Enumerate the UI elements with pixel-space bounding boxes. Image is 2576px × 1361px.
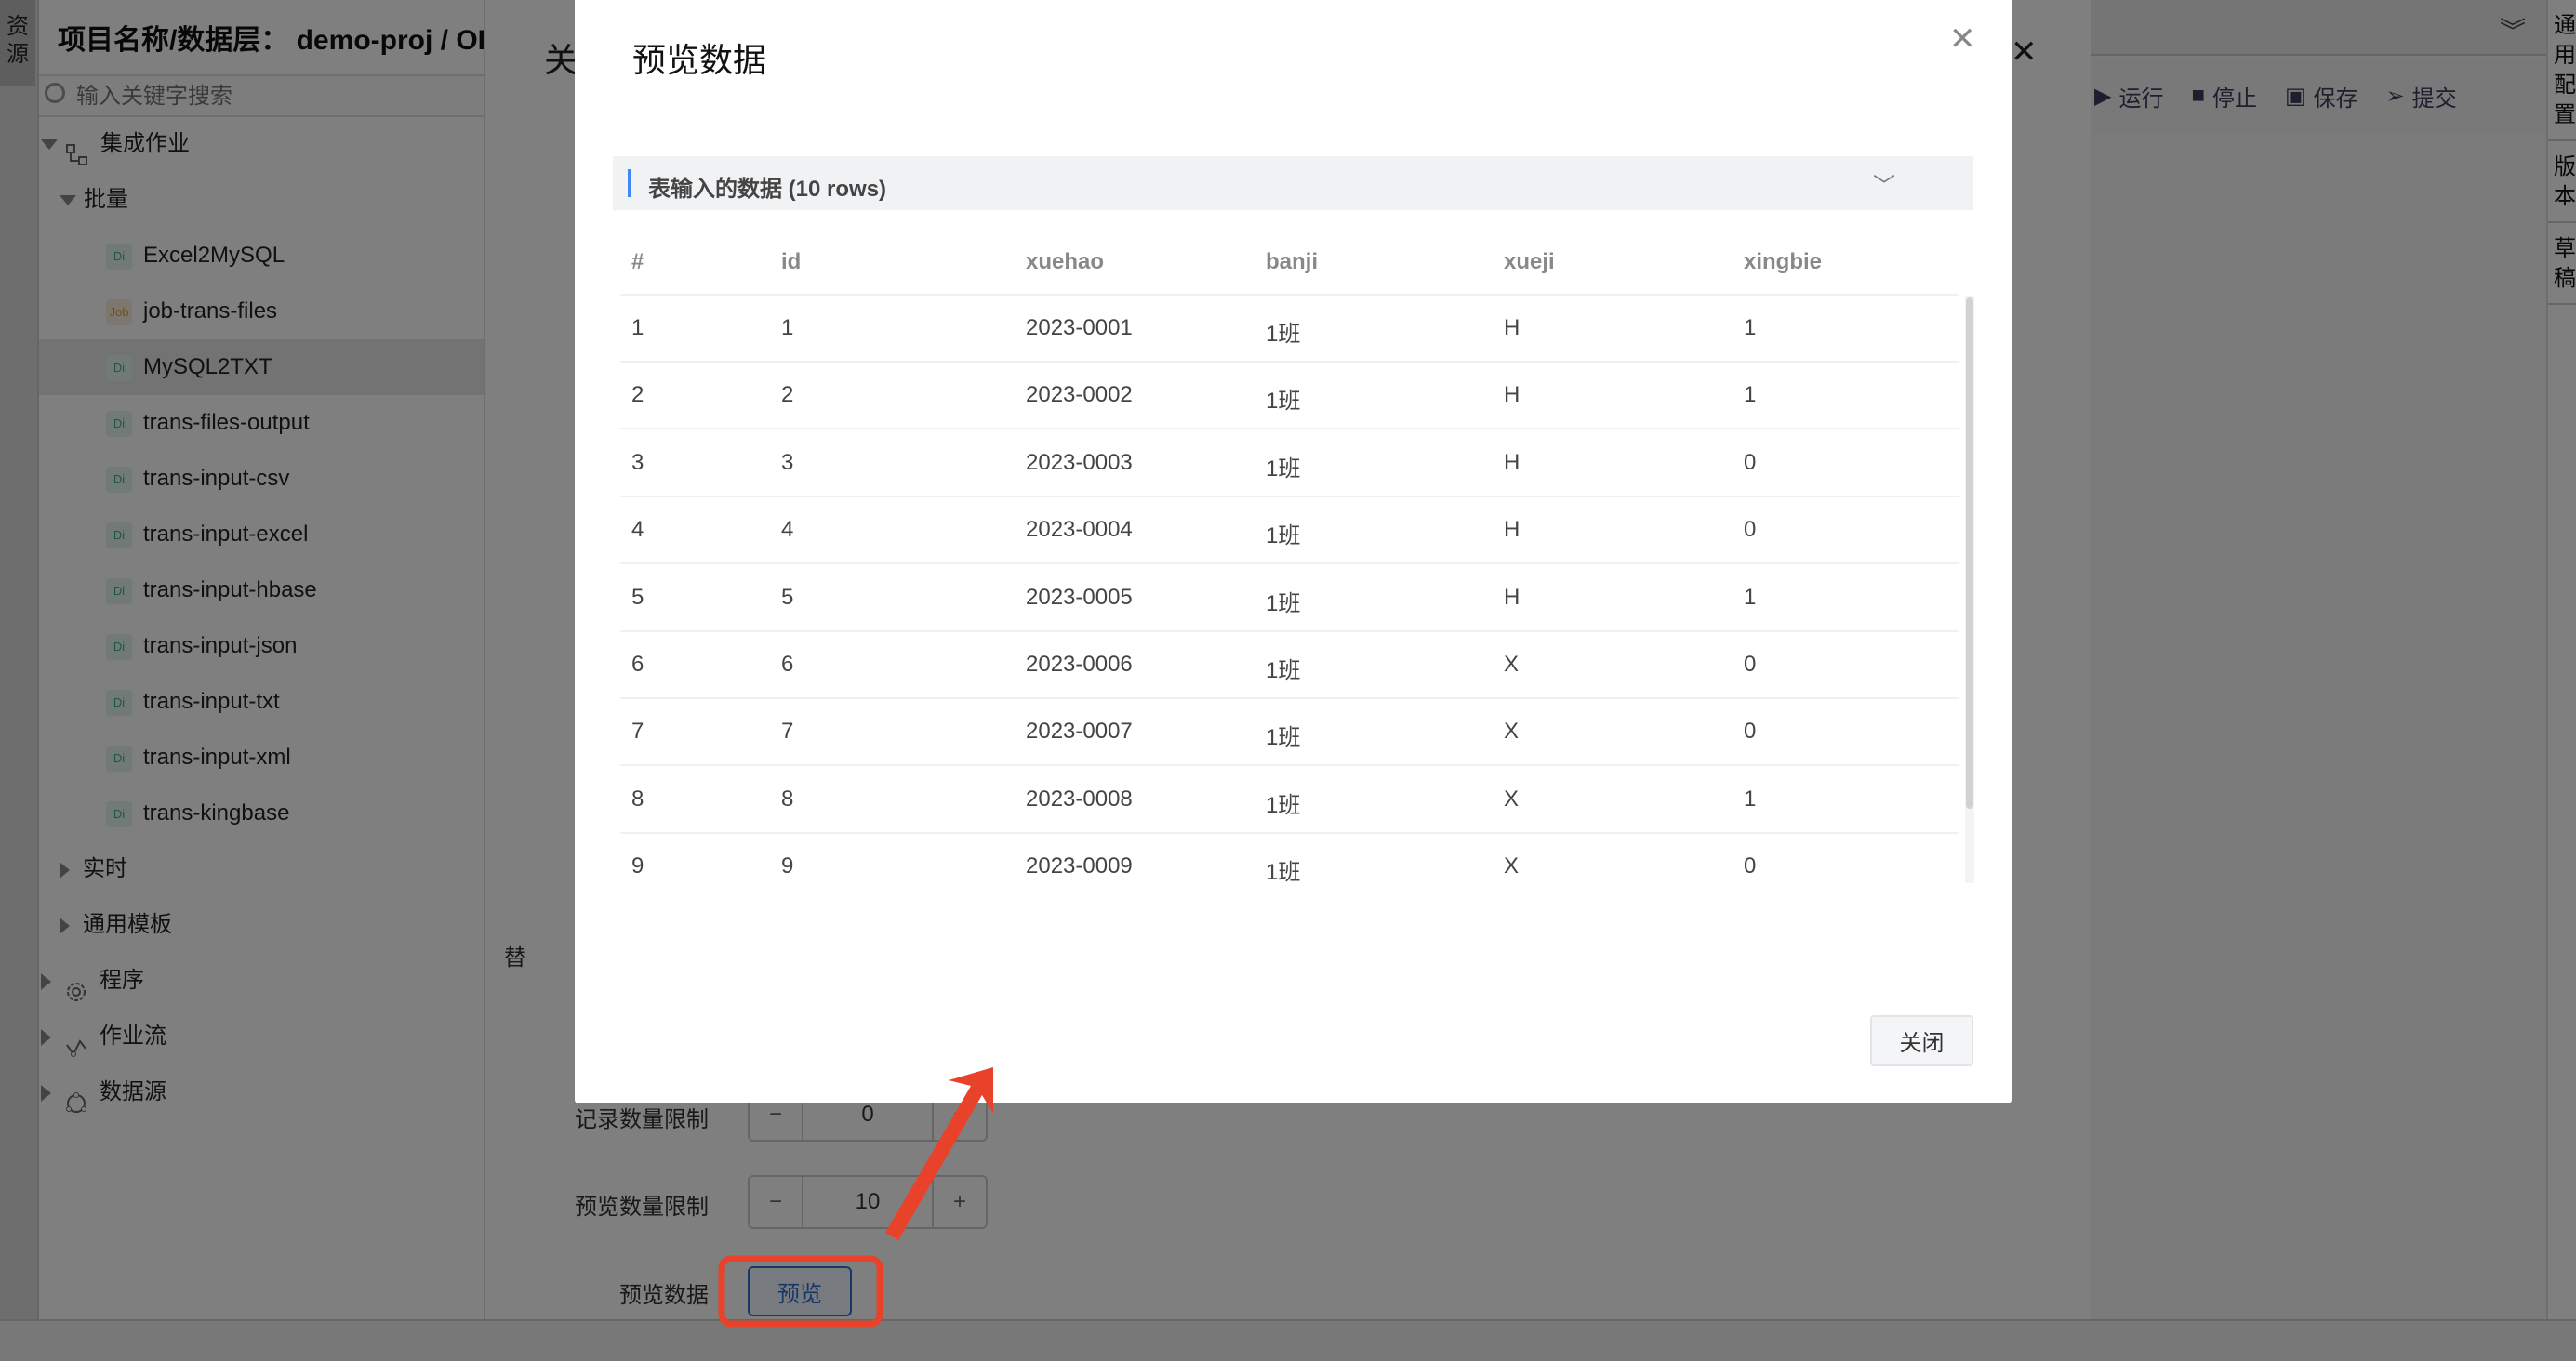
table-cell: 1班 <box>1266 860 1301 883</box>
section-title: 表输入的数据 (10 rows) <box>648 177 887 202</box>
table-cell: 2023-0006 <box>1026 652 1133 677</box>
table-cell: 2023-0001 <box>1026 315 1133 340</box>
table-cell: 2023-0009 <box>1026 853 1133 879</box>
table-cell: 2 <box>631 382 644 408</box>
modal-title: 预览数据 <box>632 41 767 79</box>
table-cell: 7 <box>781 719 794 745</box>
table-row: 5 5 2023-0005 1班 H 1 <box>620 565 1959 632</box>
close-button[interactable]: 关闭 <box>1870 1015 1973 1066</box>
table-cell: 0 <box>1744 652 1757 677</box>
table-cell: 0 <box>1744 517 1757 543</box>
section-accent-bar <box>628 169 631 197</box>
table-cell: 2023-0004 <box>1026 517 1133 543</box>
table-cell: H <box>1504 517 1520 543</box>
table-cell: 1 <box>1744 584 1757 610</box>
table-cell: X <box>1504 786 1520 812</box>
table-cell: 3 <box>781 449 794 475</box>
table-cell: 0 <box>1744 719 1757 745</box>
table-cell: 9 <box>631 853 644 879</box>
table-cell: X <box>1504 853 1520 879</box>
table-cell: 8 <box>781 786 794 812</box>
table-cell: X <box>1504 652 1520 677</box>
table-row: 1 1 2023-0001 1班 H 1 <box>620 296 1959 363</box>
table-cell: X <box>1504 719 1520 745</box>
column-header: xingbie <box>1744 249 1823 274</box>
table-cell: 4 <box>781 517 794 543</box>
table-cell: H <box>1504 584 1520 610</box>
table-cell: 3 <box>631 449 644 475</box>
preview-table: # id xuehao banji xueji xingbie 1 1 2023-0001 1班 H… <box>620 232 1973 883</box>
table-scrollbar[interactable] <box>1965 296 1974 883</box>
table-row: 3 3 2023-0003 1班 H 0 <box>620 430 1959 497</box>
table-row: 2 2 2023-0002 1班 H 1 <box>620 363 1959 430</box>
table-cell: 1班 <box>1266 725 1301 751</box>
table-cell: 9 <box>781 853 794 879</box>
preview-data-modal: 预览数据 ✕ 表输入的数据 (10 rows) ﹀ # id xuehao banji… <box>575 0 2012 1103</box>
table-cell: 1 <box>1744 382 1757 408</box>
table-cell: 1 <box>1744 786 1757 812</box>
column-header: xuehao <box>1026 249 1105 274</box>
table-cell: 8 <box>631 786 644 812</box>
table-cell: 0 <box>1744 449 1757 475</box>
table-cell: 2023-0005 <box>1026 584 1133 610</box>
table-cell: 6 <box>781 652 794 677</box>
table-cell: 0 <box>1744 853 1757 879</box>
table-cell: 4 <box>631 517 644 543</box>
column-header: banji <box>1266 249 1319 274</box>
table-cell: 1班 <box>1266 456 1301 482</box>
table-cell: 2023-0007 <box>1026 719 1133 745</box>
table-cell: 1班 <box>1266 792 1301 818</box>
column-header: # <box>631 249 644 274</box>
table-cell: 1 <box>1744 315 1757 340</box>
table-cell: 5 <box>631 584 644 610</box>
table-cell: 1班 <box>1266 658 1301 683</box>
section-header[interactable]: 表输入的数据 (10 rows) ﹀ <box>613 156 1973 210</box>
table-cell: 2023-0002 <box>1026 382 1133 408</box>
table-cell: 1 <box>631 315 644 340</box>
table-cell: 7 <box>631 719 644 745</box>
close-icon[interactable]: ✕ <box>1949 20 1976 58</box>
table-cell: 1 <box>781 315 794 340</box>
table-cell: 1班 <box>1266 322 1301 347</box>
table-header-row: # id xuehao banji xueji xingbie <box>620 232 1959 296</box>
table-cell: 2023-0003 <box>1026 449 1133 475</box>
table-row: 8 8 2023-0008 1班 X 1 <box>620 767 1959 834</box>
chevron-down-icon[interactable]: ﹀ <box>1873 167 1895 200</box>
table-cell: 2023-0008 <box>1026 786 1133 812</box>
table-cell: H <box>1504 449 1520 475</box>
table-cell: 2 <box>781 382 794 408</box>
table-row: 7 7 2023-0007 1班 X 0 <box>620 699 1959 767</box>
table-cell: 1班 <box>1266 523 1301 549</box>
table-row: 6 6 2023-0006 1班 X 0 <box>620 632 1959 699</box>
table-row: 4 4 2023-0004 1班 H 0 <box>620 497 1959 565</box>
table-cell: 5 <box>781 584 794 610</box>
column-header: xueji <box>1504 249 1555 274</box>
table-cell: 1班 <box>1266 389 1301 415</box>
table-row: 9 9 2023-0009 1班 X 0 <box>620 834 1959 883</box>
table-cell: H <box>1504 315 1520 340</box>
table-cell: 6 <box>631 652 644 677</box>
column-header: id <box>781 249 802 274</box>
table-cell: 1班 <box>1266 590 1301 616</box>
scrollbar-thumb[interactable] <box>1966 297 1973 809</box>
table-cell: H <box>1504 382 1520 408</box>
